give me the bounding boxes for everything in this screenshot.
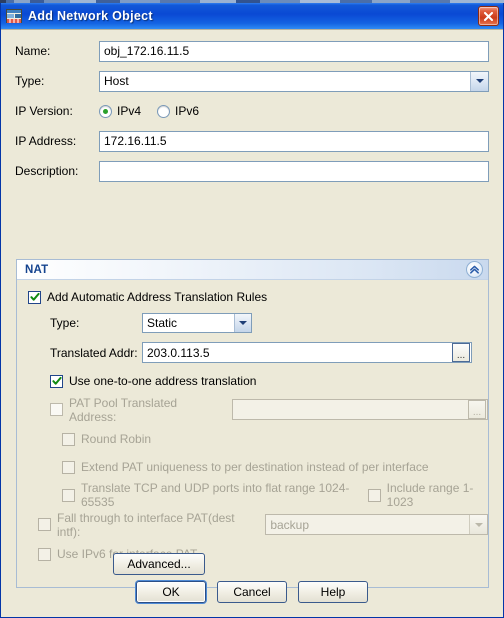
nat-type-select[interactable]: Static bbox=[142, 313, 252, 333]
use-ipv6-row: Use IPv6 for interface PAT bbox=[17, 544, 488, 564]
round-robin-checkbox[interactable] bbox=[62, 432, 75, 446]
auto-translation-rules-row: Add Automatic Address Translation Rules bbox=[17, 287, 488, 307]
flat-range-row: Translate TCP and UDP ports into flat ra… bbox=[17, 481, 488, 509]
pat-pool-browse-button[interactable]: ... bbox=[468, 400, 486, 419]
type-value: Host bbox=[104, 74, 129, 88]
ip-version-radio-group: IPv4 IPv6 bbox=[99, 104, 199, 118]
include-range-checkbox[interactable] bbox=[367, 488, 381, 502]
radio-ipv6-label: IPv6 bbox=[175, 104, 200, 118]
one-to-one-label: Use one-to-one address translation bbox=[69, 374, 257, 388]
chevron-down-icon bbox=[234, 314, 251, 332]
translated-addr-input[interactable]: 203.0.113.5 ... bbox=[142, 342, 472, 363]
advanced-button-wrap: Advanced... bbox=[113, 553, 205, 575]
nat-title: NAT bbox=[25, 263, 49, 276]
network-object-icon bbox=[6, 8, 22, 24]
nat-panel-header: NAT bbox=[17, 260, 488, 280]
description-label: Description: bbox=[15, 164, 79, 178]
dialog-client-area: Name: obj_172.16.11.5 Type: Host IP Vers… bbox=[1, 29, 503, 617]
nat-type-row: Type: Static bbox=[17, 313, 488, 333]
ip-version-label: IP Version: bbox=[15, 104, 73, 118]
fall-through-row: Fall through to interface PAT(dest intf)… bbox=[17, 510, 488, 539]
pat-pool-label: PAT Pool Translated Address: bbox=[69, 395, 178, 424]
auto-translation-rules-label: Add Automatic Address Translation Rules bbox=[47, 290, 268, 304]
name-value: obj_172.16.11.5 bbox=[104, 44, 190, 58]
ok-button[interactable]: OK bbox=[136, 581, 206, 603]
fall-through-select[interactable]: backup bbox=[265, 514, 488, 535]
fall-through-checkbox[interactable] bbox=[38, 518, 51, 531]
pat-pool-row: PAT Pool Translated Address: ... bbox=[17, 395, 488, 424]
description-row: Description: bbox=[15, 160, 489, 182]
flat-range-checkbox[interactable] bbox=[62, 488, 75, 502]
chevron-down-icon bbox=[469, 515, 487, 534]
add-network-object-dialog: Add Network Object Name: obj_172.16.11.5… bbox=[0, 3, 504, 618]
chevron-down-icon bbox=[470, 71, 488, 91]
dialog-footer: OK Cancel Help bbox=[1, 581, 503, 603]
title-bar: Add Network Object bbox=[1, 3, 503, 29]
name-input[interactable]: obj_172.16.11.5 bbox=[99, 40, 489, 62]
ip-version-row: IP Version: IPv4 IPv6 bbox=[15, 100, 489, 122]
name-row: Name: obj_172.16.11.5 bbox=[15, 40, 489, 62]
fall-through-value: backup bbox=[270, 517, 310, 532]
fall-through-label: Fall through to interface PAT(dest intf)… bbox=[57, 510, 235, 539]
nat-type-value: Static bbox=[147, 316, 178, 330]
pat-pool-checkbox[interactable] bbox=[50, 403, 63, 416]
extend-pat-label: Extend PAT uniqueness to per destination… bbox=[81, 460, 429, 474]
ip-address-input[interactable]: 172.16.11.5 bbox=[99, 130, 489, 152]
ip-address-row: IP Address: 172.16.11.5 bbox=[15, 130, 489, 152]
translated-addr-row: Translated Addr: 203.0.113.5 ... bbox=[17, 341, 488, 364]
include-range-label: Include range 1-1023 bbox=[386, 481, 474, 509]
use-ipv6-checkbox[interactable] bbox=[38, 547, 51, 561]
type-row: Type: Host bbox=[15, 70, 489, 92]
nat-panel: NAT Add Automatic Address Translation Ru… bbox=[16, 259, 489, 588]
type-label: Type: bbox=[15, 74, 45, 88]
cancel-button[interactable]: Cancel bbox=[217, 581, 287, 603]
object-form: Name: obj_172.16.11.5 Type: Host IP Vers… bbox=[1, 30, 503, 182]
nat-panel-body: Add Automatic Address Translation Rules … bbox=[17, 280, 488, 587]
close-icon[interactable] bbox=[478, 6, 499, 26]
one-to-one-checkbox[interactable] bbox=[50, 374, 63, 388]
chevron-double-up-icon[interactable] bbox=[466, 261, 483, 278]
type-select[interactable]: Host bbox=[99, 70, 489, 92]
name-label: Name: bbox=[15, 44, 51, 58]
radio-ipv4[interactable]: IPv4 bbox=[99, 104, 141, 118]
advanced-button[interactable]: Advanced... bbox=[113, 553, 205, 575]
description-input[interactable] bbox=[99, 160, 489, 182]
translated-addr-value: 203.0.113.5 bbox=[147, 345, 210, 360]
extend-pat-checkbox[interactable] bbox=[62, 460, 75, 474]
extend-pat-row: Extend PAT uniqueness to per destination… bbox=[17, 457, 488, 477]
help-button[interactable]: Help bbox=[298, 581, 368, 603]
radio-ipv6[interactable]: IPv6 bbox=[157, 104, 199, 118]
window-title: Add Network Object bbox=[28, 9, 153, 23]
ip-address-value: 172.16.11.5 bbox=[104, 134, 167, 148]
radio-ipv4-indicator bbox=[99, 104, 112, 118]
nat-type-label: Type: bbox=[50, 316, 80, 330]
auto-translation-rules-checkbox[interactable] bbox=[28, 290, 41, 304]
one-to-one-row: Use one-to-one address translation bbox=[17, 371, 488, 391]
pat-pool-input[interactable]: ... bbox=[231, 399, 488, 420]
round-robin-label: Round Robin bbox=[81, 432, 152, 446]
translated-addr-label: Translated Addr: bbox=[50, 345, 138, 360]
translated-addr-browse-button[interactable]: ... bbox=[452, 343, 470, 362]
ip-address-label: IP Address: bbox=[15, 134, 77, 148]
radio-ipv4-label: IPv4 bbox=[117, 104, 142, 118]
round-robin-row: Round Robin bbox=[17, 429, 488, 449]
flat-range-label: Translate TCP and UDP ports into flat ra… bbox=[81, 481, 350, 509]
radio-ipv6-indicator bbox=[157, 104, 171, 118]
